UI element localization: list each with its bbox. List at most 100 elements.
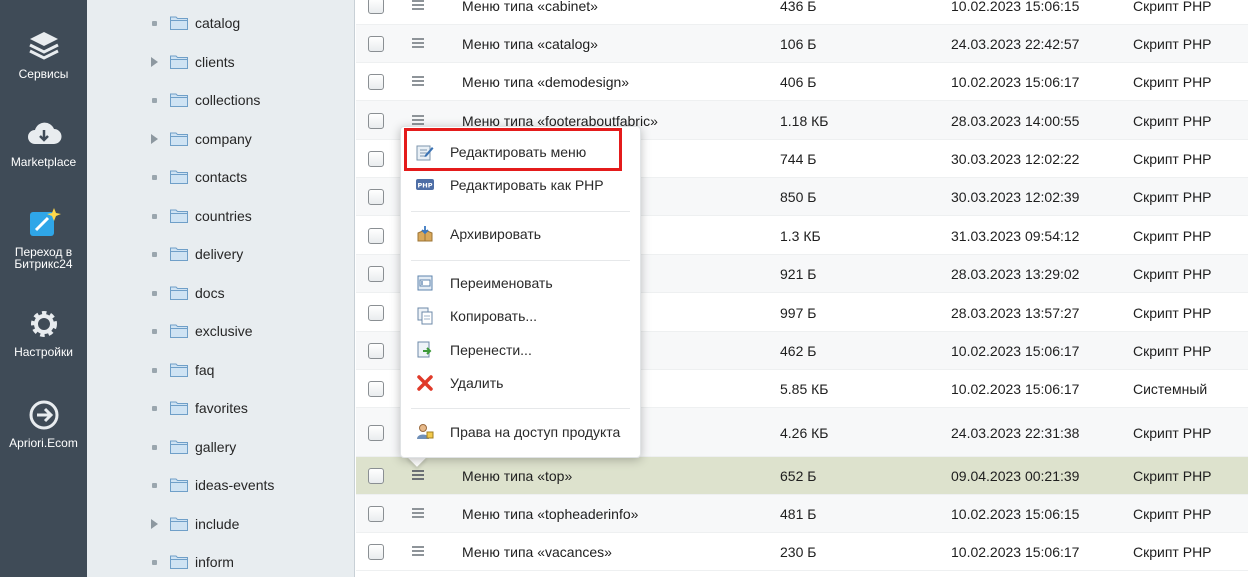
- tree-item[interactable]: ideas-events: [87, 466, 355, 504]
- bullet-icon: [152, 406, 157, 411]
- admin-item-bitrix24[interactable]: Переход в Битрикс24: [0, 206, 87, 270]
- row-menu-icon[interactable]: [412, 0, 424, 10]
- folder-icon: [170, 440, 188, 454]
- row-checkbox[interactable]: [368, 74, 384, 90]
- cell-type: Системный: [1133, 381, 1208, 397]
- cell-name[interactable]: Меню типа «cabinet»: [462, 0, 598, 14]
- row-checkbox[interactable]: [368, 0, 384, 14]
- highlight-frame: [404, 128, 622, 171]
- cell-date: 24.03.2023 22:31:38: [951, 425, 1080, 441]
- row-menu-icon[interactable]: [412, 115, 424, 125]
- cell-type: Скрипт PHP: [1133, 36, 1212, 52]
- cell-size: 850 Б: [780, 189, 817, 205]
- menu-item-edit-php[interactable]: PHP Редактировать как PHP: [401, 170, 640, 200]
- tree-item-label: clients: [195, 53, 235, 70]
- cell-name[interactable]: Меню типа «top»: [462, 468, 572, 484]
- layers-icon: [28, 32, 59, 60]
- menu-item-label: Переименовать: [450, 275, 553, 291]
- table-row[interactable]: Меню типа «cabinet» 436 Б 10.02.2023 15:06…: [356, 0, 1248, 25]
- tree-item[interactable]: contacts: [87, 158, 355, 196]
- menu-item-delete[interactable]: Удалить: [401, 368, 640, 398]
- folder-icon: [170, 324, 188, 338]
- table-row[interactable]: Меню типа «topheaderinfo» 481 Б 10.02.2023…: [356, 495, 1248, 533]
- tree-item[interactable]: countries: [87, 197, 355, 235]
- tree-item[interactable]: gallery: [87, 428, 355, 466]
- expand-arrow-icon[interactable]: [151, 56, 158, 67]
- admin-item-marketplace[interactable]: Marketplace: [0, 116, 87, 168]
- menu-item-move[interactable]: Перенести...: [401, 335, 640, 365]
- cell-name[interactable]: Меню типа «topheaderinfo»: [462, 506, 638, 522]
- row-menu-icon[interactable]: [412, 508, 424, 518]
- bullet-icon: [152, 444, 157, 450]
- row-menu-icon[interactable]: [412, 76, 424, 86]
- menu-divider: [411, 211, 630, 212]
- cell-type: Скрипт PHP: [1133, 0, 1212, 14]
- cell-name[interactable]: Меню типа «vacances»: [462, 544, 612, 560]
- tree-item[interactable]: inform: [87, 543, 355, 577]
- admin-item-services[interactable]: Сервисы: [0, 28, 87, 80]
- row-checkbox[interactable]: [368, 36, 384, 52]
- rename-icon: [417, 275, 433, 291]
- arrow-circle-icon: [29, 400, 58, 430]
- menu-item-label: Копировать...: [450, 308, 538, 324]
- admin-item-settings[interactable]: Настройки: [0, 306, 87, 358]
- table-row[interactable]: Меню типа «demodesign» 406 Б 10.02.2023 15…: [356, 63, 1248, 101]
- table-row[interactable]: Меню типа «vacances» 230 Б 10.02.2023 15:0…: [356, 533, 1248, 571]
- cell-date: 30.03.2023 12:02:22: [951, 151, 1080, 167]
- tree-item[interactable]: collections: [87, 81, 355, 119]
- tree-item-label: gallery: [195, 438, 237, 455]
- row-menu-icon[interactable]: [412, 38, 424, 48]
- row-checkbox[interactable]: [368, 544, 384, 560]
- expand-arrow-icon[interactable]: [151, 133, 158, 144]
- menu-item-rename[interactable]: Переименовать: [401, 268, 640, 298]
- tree-item[interactable]: favorites: [87, 389, 355, 427]
- row-menu-icon[interactable]: [412, 470, 424, 480]
- cell-size: 5.85 КБ: [780, 381, 829, 397]
- admin-item-label: Apriori.Ecom: [9, 436, 78, 450]
- row-checkbox[interactable]: [368, 506, 384, 522]
- table-row[interactable]: Меню типа «top» 652 Б 09.04.2023 00:21:39 С…: [356, 457, 1248, 495]
- folder-icon: [170, 286, 188, 300]
- row-checkbox[interactable]: [368, 228, 384, 244]
- cell-type: Скрипт PHP: [1133, 266, 1212, 282]
- row-checkbox[interactable]: [368, 305, 384, 321]
- admin-item-apriori[interactable]: Apriori.Ecom: [0, 397, 87, 449]
- cell-size: 921 Б: [780, 266, 817, 282]
- row-checkbox[interactable]: [368, 343, 384, 359]
- table-row[interactable]: Меню типа «catalog» 106 Б 24.03.2023 22:42…: [356, 25, 1248, 63]
- expand-arrow-icon[interactable]: [151, 518, 158, 529]
- cell-name[interactable]: Меню типа «demodesign»: [462, 74, 629, 90]
- menu-item-archive[interactable]: Архивировать: [401, 219, 640, 249]
- tree-item[interactable]: catalog: [87, 4, 355, 42]
- tree-item[interactable]: company: [87, 120, 355, 158]
- row-checkbox[interactable]: [368, 189, 384, 205]
- tree-item[interactable]: clients: [87, 43, 355, 81]
- cell-date: 30.03.2023 12:02:39: [951, 189, 1080, 205]
- row-checkbox[interactable]: [368, 113, 384, 129]
- folder-icon: [170, 55, 188, 69]
- tree-item[interactable]: delivery: [87, 235, 355, 273]
- tree-item[interactable]: exclusive: [87, 312, 355, 350]
- menu-item-access-rights[interactable]: Права на доступ продукта: [401, 417, 640, 447]
- row-checkbox[interactable]: [368, 425, 384, 441]
- tree-item[interactable]: include: [87, 505, 355, 543]
- folder-icon: [170, 247, 188, 261]
- row-checkbox[interactable]: [368, 151, 384, 167]
- row-checkbox[interactable]: [368, 381, 384, 397]
- admin-panel: Сервисы Marketplace Переход в Битрикс24 …: [0, 0, 87, 577]
- tree-item[interactable]: docs: [87, 274, 355, 312]
- cell-date: 28.03.2023 13:57:27: [951, 305, 1080, 321]
- menu-item-label: Перенести...: [450, 342, 532, 358]
- cell-type: Скрипт PHP: [1133, 425, 1212, 441]
- tree-item-label: delivery: [195, 246, 244, 262]
- cell-size: 744 Б: [780, 151, 817, 167]
- row-menu-icon[interactable]: [412, 546, 424, 556]
- row-checkbox[interactable]: [368, 266, 384, 282]
- cell-date: 09.04.2023 00:21:39: [951, 468, 1080, 484]
- menu-divider: [411, 260, 630, 261]
- cell-name[interactable]: Меню типа «catalog»: [462, 36, 598, 52]
- archive-box-icon: [417, 226, 433, 242]
- tree-item[interactable]: faq: [87, 351, 355, 389]
- row-checkbox[interactable]: [368, 468, 384, 484]
- menu-item-copy[interactable]: Копировать...: [401, 301, 640, 331]
